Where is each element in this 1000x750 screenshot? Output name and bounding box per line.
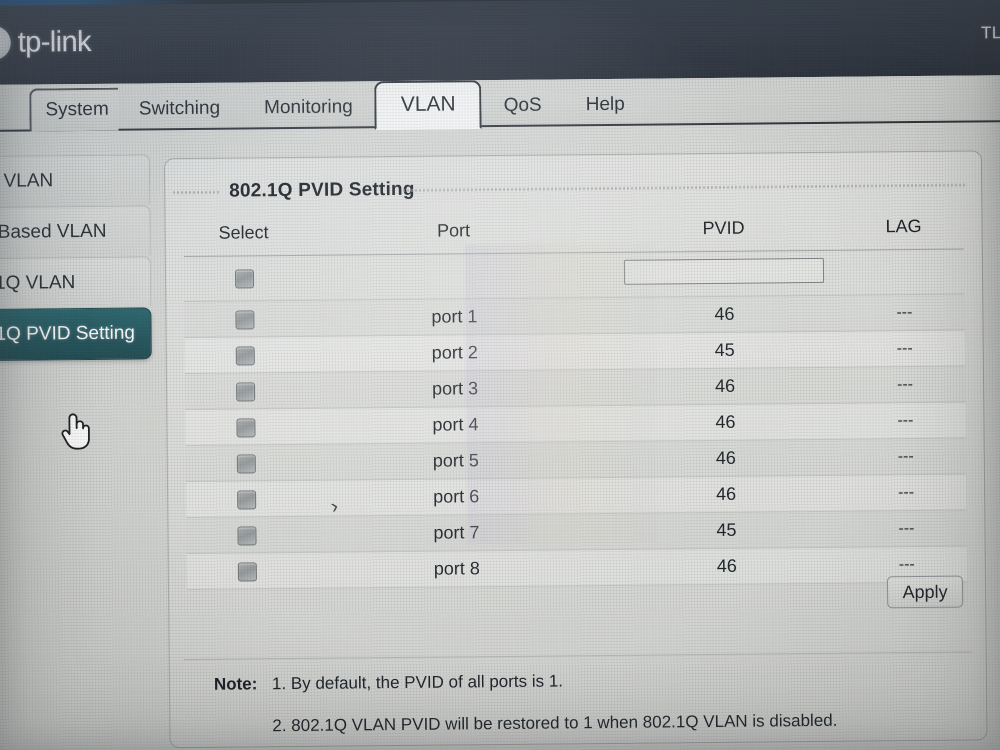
pvid-setting-panel: 802.1Q PVID Setting › Select Port PVID L… [163, 150, 988, 750]
column-header-pvid: PVID [603, 208, 844, 253]
row-pvid: 46 [605, 403, 846, 442]
header-accent-strip [0, 0, 1000, 6]
select-all-checkbox[interactable] [234, 269, 254, 289]
sidebar-item-label: 802.1Q VLAN [0, 271, 76, 294]
bulk-port-cell [303, 252, 605, 301]
row-pvid: 45 [606, 511, 847, 550]
row-lag: --- [844, 330, 965, 368]
row-port: port 2 [304, 333, 605, 373]
row-checkbox[interactable] [236, 489, 256, 510]
row-pvid: 46 [605, 439, 846, 478]
column-header-port: Port [303, 211, 604, 256]
row-port: port 1 [304, 297, 605, 337]
row-checkbox[interactable] [235, 417, 256, 438]
select-all-cell[interactable] [183, 255, 305, 302]
note-item-2: 2. 802.1Q VLAN PVID will be restored to … [272, 710, 838, 736]
note-section: Note: 1. By default, the PVID of all por… [214, 668, 973, 750]
bulk-lag-cell [843, 249, 965, 296]
row-lag: --- [844, 366, 966, 404]
row-lag: --- [845, 402, 966, 440]
row-port: port 5 [305, 441, 606, 481]
main-tab-bar: System Switching Monitoring VLAN QoS Hel… [0, 75, 1000, 132]
row-pvid: 46 [606, 547, 847, 586]
pointing-hand-cursor-icon [58, 409, 92, 456]
row-lag: --- [845, 438, 966, 476]
row-select-cell[interactable] [184, 300, 305, 338]
table-row: port 8 46 --- [186, 546, 967, 590]
note-item-1: 1. By default, the PVID of all ports is … [271, 671, 564, 694]
tab-switching[interactable]: Switching [117, 88, 243, 130]
row-pvid: 46 [605, 475, 847, 514]
note-divider [183, 651, 972, 661]
tab-qos[interactable]: QoS [481, 85, 563, 127]
sidebar-item-label: MTU VLAN [0, 169, 54, 192]
row-select-cell[interactable] [185, 480, 307, 518]
row-select-cell[interactable] [184, 336, 305, 374]
sidebar-item-label: Port Based VLAN [0, 220, 107, 243]
apply-button[interactable]: Apply [886, 575, 964, 609]
row-checkbox[interactable] [237, 561, 257, 582]
title-rule-left [173, 190, 220, 195]
page-title: 802.1Q PVID Setting [229, 178, 415, 202]
row-checkbox[interactable] [236, 525, 257, 546]
row-select-cell[interactable] [185, 444, 306, 482]
row-select-cell[interactable] [184, 372, 306, 410]
tab-help[interactable]: Help [564, 85, 647, 127]
device-model-label: TL [980, 23, 1000, 43]
tab-system[interactable]: System [29, 87, 119, 132]
sidebar-item-port-based-vlan[interactable]: Port Based VLAN [0, 205, 151, 258]
bulk-pvid-cell[interactable] [603, 250, 845, 298]
photographed-screen: tp-link TL System Switching Monitoring V… [0, 0, 1000, 750]
column-header-select: Select [183, 213, 304, 257]
row-checkbox[interactable] [235, 345, 255, 366]
tplink-circle-logo-icon [0, 25, 11, 61]
sidebar-item-802-1q-pvid-setting[interactable]: 802.1Q PVID Setting [0, 307, 152, 362]
row-port: port 8 [306, 549, 608, 589]
pvid-table-body: port 1 46 --- port 2 45 --- port 3 46 --… [183, 249, 967, 590]
row-port: port 6 [305, 477, 607, 517]
column-header-lag: LAG [843, 207, 964, 251]
row-checkbox[interactable] [234, 309, 255, 330]
row-port: port 7 [306, 513, 607, 553]
note-row-1: Note: 1. By default, the PVID of all por… [214, 668, 972, 695]
app-header: tp-link TL [0, 0, 1000, 85]
note-label: Note: [213, 674, 258, 694]
row-lag: --- [845, 474, 967, 512]
row-port: port 4 [305, 405, 606, 445]
row-lag: --- [844, 294, 965, 332]
page-body: MTU VLAN Port Based VLAN 802.1Q VLAN 802… [0, 122, 1000, 750]
title-rule-right [403, 183, 968, 192]
vlan-sidebar: MTU VLAN Port Based VLAN 802.1Q VLAN 802… [0, 154, 152, 362]
sidebar-item-mtu-vlan[interactable]: MTU VLAN [0, 154, 151, 207]
sidebar-item-802-1q-vlan[interactable]: 802.1Q VLAN [0, 256, 152, 309]
row-checkbox[interactable] [235, 381, 255, 402]
pvid-table: Select Port PVID LAG port 1 46 --- port … [183, 207, 967, 590]
row-checkbox[interactable] [236, 453, 256, 474]
tab-monitoring[interactable]: Monitoring [242, 87, 375, 129]
pvid-input[interactable] [623, 257, 825, 285]
switch-web-ui: tp-link TL System Switching Monitoring V… [0, 0, 1000, 750]
row-pvid: 46 [604, 295, 845, 334]
note-row-2: 2. 802.1Q VLAN PVID will be restored to … [214, 710, 972, 737]
brand-logo[interactable]: tp-link [0, 25, 92, 61]
row-pvid: 46 [604, 367, 846, 406]
tab-vlan[interactable]: VLAN [374, 80, 482, 131]
row-pvid: 45 [604, 331, 845, 370]
row-lag: --- [846, 510, 967, 548]
sidebar-item-label: 802.1Q PVID Setting [0, 322, 136, 346]
brand-name: tp-link [17, 25, 92, 59]
row-select-cell[interactable] [185, 408, 306, 446]
row-select-cell[interactable] [186, 552, 308, 590]
row-select-cell[interactable] [186, 516, 307, 554]
row-port: port 3 [304, 369, 606, 409]
bulk-edit-row [183, 249, 965, 302]
